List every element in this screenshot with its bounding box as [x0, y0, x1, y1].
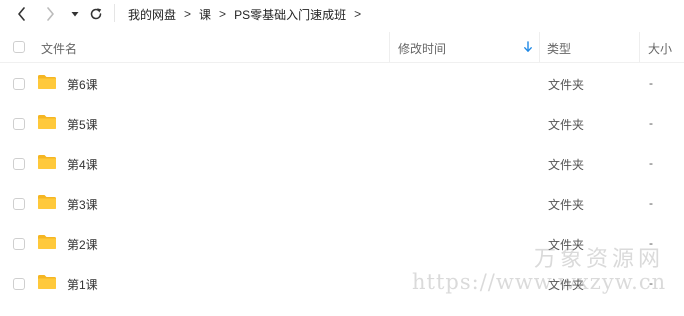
- column-header-modified[interactable]: 修改时间: [398, 40, 446, 57]
- breadcrumb-separator: >: [184, 7, 192, 21]
- file-size: -: [649, 156, 653, 170]
- file-type: 文件夹: [548, 118, 585, 132]
- table-row[interactable]: 第3课 文件夹 -: [0, 184, 684, 224]
- row-checkbox[interactable]: [13, 198, 25, 210]
- chevron-left-icon: [18, 7, 25, 21]
- toolbar-divider: [114, 4, 115, 22]
- breadcrumb-separator: >: [219, 7, 227, 21]
- caret-down-icon: [71, 12, 79, 17]
- folder-icon: [38, 75, 56, 89]
- breadcrumb: 我的网盘 > 课 > PS零基础入门速成班 >: [128, 4, 369, 24]
- forward-button[interactable]: [40, 4, 60, 24]
- column-divider[interactable]: [389, 32, 390, 62]
- file-size: -: [649, 76, 653, 90]
- column-divider[interactable]: [639, 32, 640, 62]
- file-type: 文件夹: [548, 158, 585, 172]
- file-type: 文件夹: [548, 198, 585, 212]
- file-name[interactable]: 第5课: [67, 116, 98, 133]
- table-row[interactable]: 第5课 文件夹 -: [0, 104, 684, 144]
- toolbar: 我的网盘 > 课 > PS零基础入门速成班 >: [0, 0, 684, 28]
- row-checkbox[interactable]: [13, 238, 25, 250]
- table-row[interactable]: 第4课 文件夹 -: [0, 144, 684, 184]
- folder-icon: [38, 235, 56, 249]
- file-name[interactable]: 第2课: [67, 236, 98, 253]
- refresh-button[interactable]: [86, 4, 106, 24]
- sort-descending-icon[interactable]: [523, 41, 533, 53]
- folder-icon: [38, 195, 56, 209]
- file-name[interactable]: 第3课: [67, 196, 98, 213]
- row-checkbox[interactable]: [13, 158, 25, 170]
- breadcrumb-separator: >: [354, 7, 362, 21]
- history-dropdown-button[interactable]: [65, 4, 85, 24]
- column-header-type[interactable]: 类型: [547, 40, 571, 57]
- column-divider[interactable]: [539, 32, 540, 62]
- breadcrumb-item-course[interactable]: 课: [199, 6, 211, 23]
- file-name[interactable]: 第6课: [67, 76, 98, 93]
- row-checkbox[interactable]: [13, 278, 25, 290]
- back-button[interactable]: [12, 4, 32, 24]
- table-header: 文件名 修改时间 类型 大小: [0, 32, 684, 63]
- file-type: 文件夹: [548, 78, 585, 92]
- column-header-name[interactable]: 文件名: [41, 40, 77, 57]
- breadcrumb-item-current[interactable]: PS零基础入门速成班: [234, 6, 346, 23]
- file-browser: 我的网盘 > 课 > PS零基础入门速成班 > 文件名 修改时间 类型 大小 第…: [0, 0, 684, 316]
- folder-icon: [38, 275, 56, 289]
- column-header-size[interactable]: 大小: [648, 40, 672, 57]
- file-name[interactable]: 第4课: [67, 156, 98, 173]
- row-checkbox[interactable]: [13, 118, 25, 130]
- file-size: -: [649, 196, 653, 210]
- table-row[interactable]: 第6课 文件夹 -: [0, 64, 684, 104]
- row-checkbox[interactable]: [13, 78, 25, 90]
- select-all-checkbox[interactable]: [13, 41, 25, 53]
- breadcrumb-item-root[interactable]: 我的网盘: [128, 6, 176, 23]
- file-name[interactable]: 第1课: [67, 276, 98, 293]
- folder-icon: [38, 115, 56, 129]
- watermark-url: https://www.wxzyw.cn: [412, 270, 667, 294]
- watermark-title: 万象资源网: [534, 247, 665, 272]
- file-size: -: [649, 116, 653, 130]
- folder-icon: [38, 155, 56, 169]
- refresh-icon: [90, 8, 102, 20]
- chevron-right-icon: [47, 7, 54, 21]
